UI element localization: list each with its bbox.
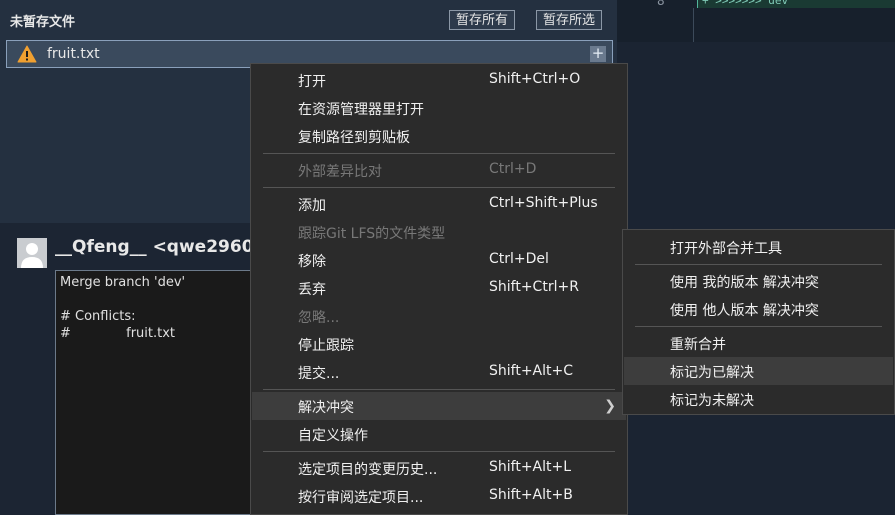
menu-item-blame[interactable]: 按行审阅选定项目... Shift+Alt+B <box>252 482 626 510</box>
menu-item-remove[interactable]: 移除 Ctrl+Del <box>252 246 626 274</box>
commit-message-input[interactable]: Merge branch 'dev' # Conflicts: # fruit.… <box>55 270 255 515</box>
menu-separator <box>263 153 615 154</box>
menu-item-custom-actions[interactable]: 自定义操作 <box>252 420 626 448</box>
menu-item-add[interactable]: 添加 Ctrl+Shift+Plus <box>252 190 626 218</box>
menu-item-commit[interactable]: 提交... Shift+Alt+C <box>252 358 626 386</box>
diff-gutter-divider <box>693 8 694 42</box>
unstaged-title: 未暂存文件 <box>10 15 76 30</box>
menu-separator <box>263 451 615 452</box>
stage-selected-button[interactable]: 暂存所选 <box>536 10 603 30</box>
file-context-menu: 打开 Shift+Ctrl+O 在资源管理器里打开 复制路径到剪贴板 外部差异比对… <box>250 63 628 515</box>
submenu-item-use-mine[interactable]: 使用 我的版本 解决冲突 <box>624 267 893 295</box>
submenu-item-open-merge-tool[interactable]: 打开外部合并工具 <box>624 233 893 261</box>
menu-item-history[interactable]: 选定项目的变更历史... Shift+Alt+L <box>252 454 626 482</box>
unstaged-header: 未暂存文件 暂存所有 暂存所选 <box>0 0 617 38</box>
menu-separator <box>635 326 882 327</box>
stage-file-plus-icon[interactable]: + <box>590 46 606 62</box>
file-name: fruit.txt <box>47 46 100 62</box>
menu-item-untrack[interactable]: 停止跟踪 <box>252 330 626 358</box>
message-line: Merge branch 'dev' <box>60 275 186 290</box>
resolve-conflicts-submenu: 打开外部合并工具 使用 我的版本 解决冲突 使用 他人版本 解决冲突 重新合并 … <box>622 229 895 415</box>
menu-item-resolve-conflicts[interactable]: 解决冲突 ❯ <box>252 392 626 420</box>
warning-icon <box>17 45 37 63</box>
menu-separator <box>263 187 615 188</box>
chevron-right-icon: ❯ <box>604 398 616 414</box>
menu-item-copy-path[interactable]: 复制路径到剪贴板 <box>252 122 626 150</box>
submenu-item-use-theirs[interactable]: 使用 他人版本 解决冲突 <box>624 295 893 323</box>
submenu-item-remerge[interactable]: 重新合并 <box>624 329 893 357</box>
menu-item-open-in-explorer[interactable]: 在资源管理器里打开 <box>252 94 626 122</box>
diff-line-number: 8 <box>657 0 665 8</box>
menu-separator <box>263 389 615 390</box>
menu-separator <box>635 264 882 265</box>
menu-item-open[interactable]: 打开 Shift+Ctrl+O <box>252 66 626 94</box>
commit-author: __Qfeng__ <qwe29600 <box>55 237 266 257</box>
diff-viewer: 8 + >>>>>>> dev <box>617 0 895 42</box>
menu-item-ignore: 忽略... <box>298 310 340 326</box>
message-line: # Conflicts: <box>60 309 136 324</box>
menu-item-track-lfs: 跟踪Git LFS的文件类型 <box>298 226 446 242</box>
stage-all-button[interactable]: 暂存所有 <box>449 10 516 30</box>
submenu-item-mark-resolved[interactable]: 标记为已解决 <box>624 357 893 385</box>
submenu-item-mark-unresolved[interactable]: 标记为未解决 <box>624 385 893 413</box>
menu-item-discard[interactable]: 丢弃 Shift+Ctrl+R <box>252 274 626 302</box>
diff-added-line: + >>>>>>> dev <box>697 0 895 8</box>
menu-item-external-diff: 外部差异比对 Ctrl+D <box>298 161 537 180</box>
avatar <box>17 238 47 268</box>
message-line: # fruit.txt <box>60 326 176 341</box>
